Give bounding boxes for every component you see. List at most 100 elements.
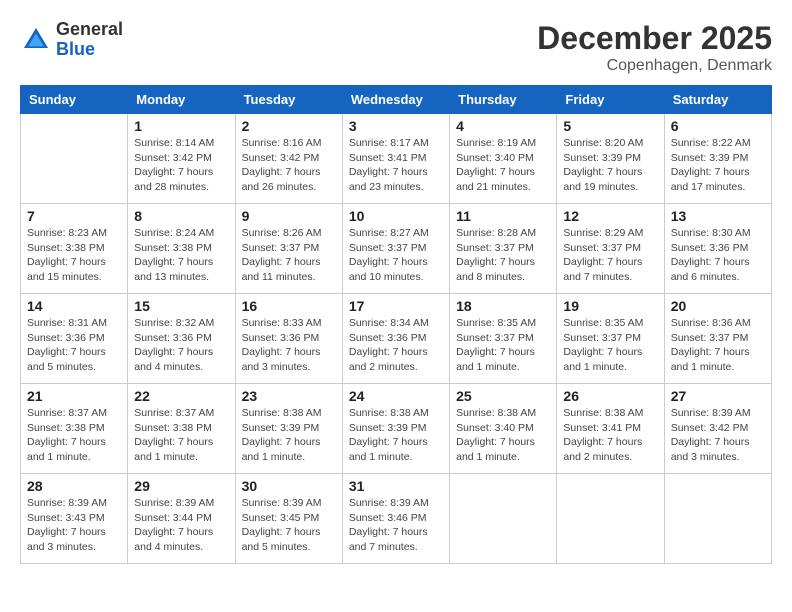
day-info: Sunrise: 8:20 AM Sunset: 3:39 PM Dayligh…: [563, 136, 657, 195]
calendar-cell: 6 Sunrise: 8:22 AM Sunset: 3:39 PM Daylig…: [664, 114, 771, 204]
day-info: Sunrise: 8:23 AM Sunset: 3:38 PM Dayligh…: [27, 226, 121, 285]
calendar-header: SundayMondayTuesdayWednesdayThursdayFrid…: [21, 86, 772, 114]
day-number: 4: [456, 118, 550, 134]
header-row: SundayMondayTuesdayWednesdayThursdayFrid…: [21, 86, 772, 114]
calendar-cell: 26Sunrise: 8:38 AM Sunset: 3:41 PM Dayli…: [557, 384, 664, 474]
day-info: Sunrise: 8:30 AM Sunset: 3:36 PM Dayligh…: [671, 226, 765, 285]
location: Copenhagen, Denmark: [537, 57, 772, 75]
day-info: Sunrise: 8:14 AM Sunset: 3:42 PM Dayligh…: [134, 136, 228, 195]
calendar-cell: 25Sunrise: 8:38 AM Sunset: 3:40 PM Dayli…: [450, 384, 557, 474]
calendar-cell: 28 Sunrise: 8:39 AM Sunset: 3:43 PM Dayli…: [21, 474, 128, 564]
col-header-saturday: Saturday: [664, 86, 771, 114]
calendar-cell: 1Sunrise: 8:14 AM Sunset: 3:42 PM Daylig…: [128, 114, 235, 204]
day-number: 14: [27, 298, 121, 314]
calendar-cell: 8 Sunrise: 8:24 AM Sunset: 3:38 PM Daylig…: [128, 204, 235, 294]
calendar-cell: 19Sunrise: 8:35 AM Sunset: 3:37 PM Dayli…: [557, 294, 664, 384]
day-info: Sunrise: 8:39 AM Sunset: 3:43 PM Dayligh…: [27, 496, 121, 555]
calendar-cell: 10Sunrise: 8:27 AM Sunset: 3:37 PM Dayli…: [342, 204, 449, 294]
day-info: Sunrise: 8:39 AM Sunset: 3:46 PM Dayligh…: [349, 496, 443, 555]
day-info: Sunrise: 8:16 AM Sunset: 3:42 PM Dayligh…: [242, 136, 336, 195]
calendar-cell: 20 Sunrise: 8:36 AM Sunset: 3:37 PM Dayli…: [664, 294, 771, 384]
day-info: Sunrise: 8:26 AM Sunset: 3:37 PM Dayligh…: [242, 226, 336, 285]
day-number: 27: [671, 388, 765, 404]
day-number: 5: [563, 118, 657, 134]
day-number: 25: [456, 388, 550, 404]
logo-icon: [20, 24, 52, 56]
calendar-cell: [450, 474, 557, 564]
col-header-wednesday: Wednesday: [342, 86, 449, 114]
day-number: 26: [563, 388, 657, 404]
logo-text: General Blue: [56, 20, 123, 60]
day-number: 10: [349, 208, 443, 224]
day-number: 21: [27, 388, 121, 404]
page-header: General Blue December 2025 Copenhagen, D…: [20, 20, 772, 75]
calendar-cell: 23 Sunrise: 8:38 AM Sunset: 3:39 PM Dayli…: [235, 384, 342, 474]
week-row-3: 14Sunrise: 8:31 AM Sunset: 3:36 PM Dayli…: [21, 294, 772, 384]
day-info: Sunrise: 8:32 AM Sunset: 3:36 PM Dayligh…: [134, 316, 228, 375]
day-info: Sunrise: 8:29 AM Sunset: 3:37 PM Dayligh…: [563, 226, 657, 285]
calendar-cell: 12 Sunrise: 8:29 AM Sunset: 3:37 PM Dayli…: [557, 204, 664, 294]
day-info: Sunrise: 8:35 AM Sunset: 3:37 PM Dayligh…: [563, 316, 657, 375]
calendar-cell: 15 Sunrise: 8:32 AM Sunset: 3:36 PM Dayli…: [128, 294, 235, 384]
title-block: December 2025 Copenhagen, Denmark: [537, 20, 772, 75]
day-info: Sunrise: 8:37 AM Sunset: 3:38 PM Dayligh…: [27, 406, 121, 465]
month-title: December 2025: [537, 20, 772, 57]
day-number: 29: [134, 478, 228, 494]
day-info: Sunrise: 8:37 AM Sunset: 3:38 PM Dayligh…: [134, 406, 228, 465]
calendar-cell: 9Sunrise: 8:26 AM Sunset: 3:37 PM Daylig…: [235, 204, 342, 294]
col-header-monday: Monday: [128, 86, 235, 114]
day-info: Sunrise: 8:39 AM Sunset: 3:44 PM Dayligh…: [134, 496, 228, 555]
calendar-cell: 18 Sunrise: 8:35 AM Sunset: 3:37 PM Dayli…: [450, 294, 557, 384]
day-number: 6: [671, 118, 765, 134]
day-number: 8: [134, 208, 228, 224]
day-info: Sunrise: 8:38 AM Sunset: 3:39 PM Dayligh…: [349, 406, 443, 465]
day-info: Sunrise: 8:35 AM Sunset: 3:37 PM Dayligh…: [456, 316, 550, 375]
day-number: 7: [27, 208, 121, 224]
day-number: 18: [456, 298, 550, 314]
calendar-cell: 16Sunrise: 8:33 AM Sunset: 3:36 PM Dayli…: [235, 294, 342, 384]
day-info: Sunrise: 8:28 AM Sunset: 3:37 PM Dayligh…: [456, 226, 550, 285]
calendar-cell: 4 Sunrise: 8:19 AM Sunset: 3:40 PM Daylig…: [450, 114, 557, 204]
calendar-cell: 5 Sunrise: 8:20 AM Sunset: 3:39 PM Daylig…: [557, 114, 664, 204]
day-number: 12: [563, 208, 657, 224]
calendar-cell: [664, 474, 771, 564]
calendar-cell: 17Sunrise: 8:34 AM Sunset: 3:36 PM Dayli…: [342, 294, 449, 384]
day-number: 15: [134, 298, 228, 314]
logo: General Blue: [20, 20, 123, 60]
day-info: Sunrise: 8:39 AM Sunset: 3:45 PM Dayligh…: [242, 496, 336, 555]
calendar-cell: 3Sunrise: 8:17 AM Sunset: 3:41 PM Daylig…: [342, 114, 449, 204]
day-info: Sunrise: 8:34 AM Sunset: 3:36 PM Dayligh…: [349, 316, 443, 375]
col-header-thursday: Thursday: [450, 86, 557, 114]
logo-blue-text: Blue: [56, 40, 123, 60]
day-number: 24: [349, 388, 443, 404]
day-info: Sunrise: 8:22 AM Sunset: 3:39 PM Dayligh…: [671, 136, 765, 195]
week-row-2: 7 Sunrise: 8:23 AM Sunset: 3:38 PM Daylig…: [21, 204, 772, 294]
calendar-cell: 29 Sunrise: 8:39 AM Sunset: 3:44 PM Dayli…: [128, 474, 235, 564]
day-info: Sunrise: 8:24 AM Sunset: 3:38 PM Dayligh…: [134, 226, 228, 285]
day-number: 16: [242, 298, 336, 314]
day-info: Sunrise: 8:38 AM Sunset: 3:39 PM Dayligh…: [242, 406, 336, 465]
day-number: 20: [671, 298, 765, 314]
calendar-cell: 13 Sunrise: 8:30 AM Sunset: 3:36 PM Dayli…: [664, 204, 771, 294]
day-number: 23: [242, 388, 336, 404]
calendar-cell: [557, 474, 664, 564]
day-number: 31: [349, 478, 443, 494]
calendar-cell: 30 Sunrise: 8:39 AM Sunset: 3:45 PM Dayli…: [235, 474, 342, 564]
week-row-1: 1Sunrise: 8:14 AM Sunset: 3:42 PM Daylig…: [21, 114, 772, 204]
day-number: 28: [27, 478, 121, 494]
col-header-sunday: Sunday: [21, 86, 128, 114]
calendar-cell: 14Sunrise: 8:31 AM Sunset: 3:36 PM Dayli…: [21, 294, 128, 384]
col-header-friday: Friday: [557, 86, 664, 114]
day-number: 30: [242, 478, 336, 494]
day-info: Sunrise: 8:19 AM Sunset: 3:40 PM Dayligh…: [456, 136, 550, 195]
col-header-tuesday: Tuesday: [235, 86, 342, 114]
calendar-cell: 22Sunrise: 8:37 AM Sunset: 3:38 PM Dayli…: [128, 384, 235, 474]
day-info: Sunrise: 8:17 AM Sunset: 3:41 PM Dayligh…: [349, 136, 443, 195]
day-info: Sunrise: 8:36 AM Sunset: 3:37 PM Dayligh…: [671, 316, 765, 375]
week-row-4: 21 Sunrise: 8:37 AM Sunset: 3:38 PM Dayli…: [21, 384, 772, 474]
calendar-cell: 24 Sunrise: 8:38 AM Sunset: 3:39 PM Dayli…: [342, 384, 449, 474]
calendar-table: SundayMondayTuesdayWednesdayThursdayFrid…: [20, 85, 772, 564]
day-number: 13: [671, 208, 765, 224]
calendar-cell: 2Sunrise: 8:16 AM Sunset: 3:42 PM Daylig…: [235, 114, 342, 204]
day-number: 11: [456, 208, 550, 224]
